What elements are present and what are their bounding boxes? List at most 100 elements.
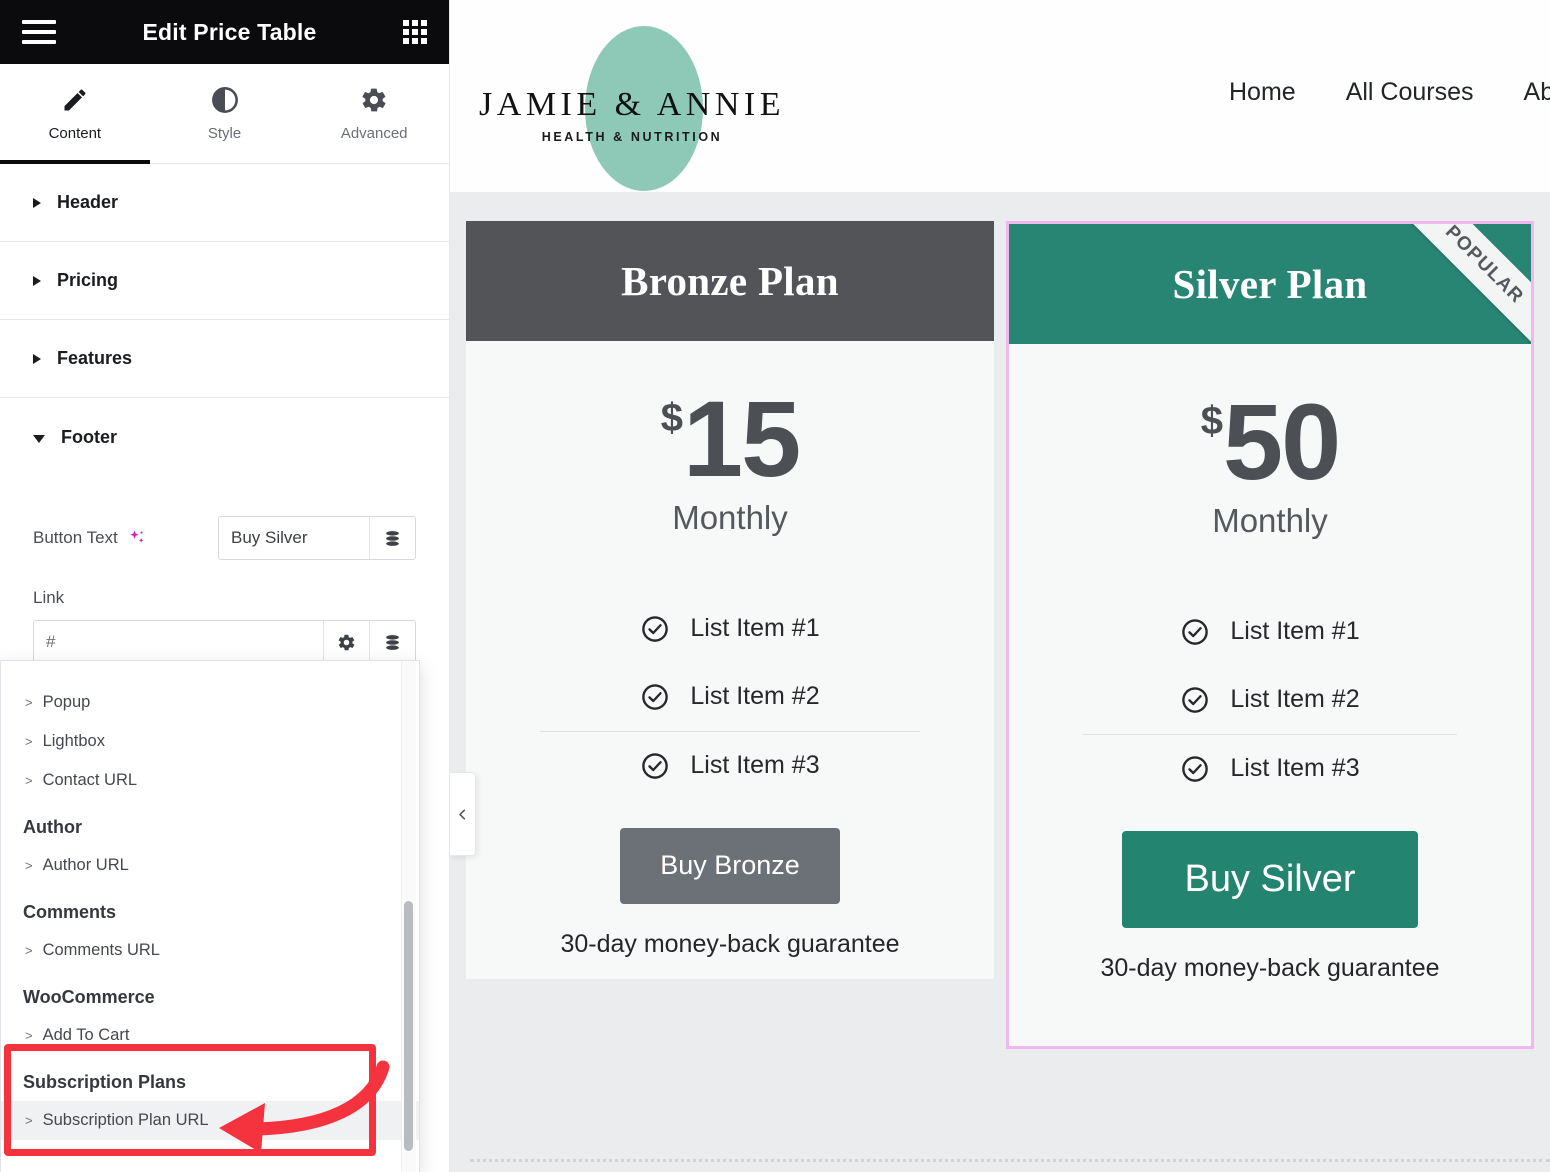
dropdown-item-label: Add To Cart [42, 1026, 130, 1044]
hamburger-icon[interactable] [22, 20, 56, 44]
plan-card-silver[interactable]: Silver Plan POPULAR $ 50 Monthly List It… [1006, 221, 1534, 1049]
section-footer[interactable]: Footer [0, 398, 449, 476]
button-text-input[interactable] [219, 517, 369, 559]
price-period: Monthly [1212, 501, 1328, 539]
logo-tagline: HEALTH & NUTRITION [541, 130, 723, 144]
tab-advanced[interactable]: Advanced [299, 64, 449, 163]
feature-item: List Item #1 [1083, 598, 1457, 666]
contrast-icon [211, 86, 238, 113]
plan-header-bronze: Bronze Plan [466, 221, 994, 341]
dropdown-item-label: Subscription Plan URL [42, 1111, 209, 1129]
section-header-label: Header [57, 192, 119, 212]
chevron-right-icon: > [25, 695, 33, 710]
popular-ribbon-label: POPULAR [1441, 224, 1528, 308]
dropdown-item-lightbox[interactable]: > Lightbox [1, 722, 419, 761]
button-text-input-wrap [218, 516, 416, 560]
feature-item: List Item #2 [540, 663, 920, 731]
ai-sparkle-icon[interactable] [127, 528, 147, 548]
chevron-right-icon: > [25, 1113, 33, 1128]
link-settings-gear-icon[interactable] [323, 621, 369, 663]
feature-label: List Item #2 [1230, 685, 1360, 714]
dropdown-item-subscription-plan-url[interactable]: > Subscription Plan URL [1, 1101, 419, 1140]
price-period: Monthly [672, 498, 788, 536]
plan-title-silver: Silver Plan [1172, 261, 1368, 307]
link-label: Link [33, 588, 65, 607]
cta-button-silver[interactable]: Buy Silver [1122, 830, 1418, 928]
panel-collapse-handle[interactable] [450, 772, 476, 856]
section-features[interactable]: Features [0, 320, 449, 398]
chevron-right-icon: > [25, 858, 33, 873]
nav-item-all-courses[interactable]: All Courses [1346, 78, 1474, 107]
logo-name: JAMIE & ANNIE [479, 86, 785, 123]
check-circle-icon [642, 752, 669, 779]
pencil-icon [64, 89, 86, 110]
check-circle-icon [1182, 618, 1209, 645]
chevron-right-icon [33, 275, 41, 286]
dropdown-list: > Popup > Lightbox > Contact URL Author … [1, 661, 419, 1140]
dropdown-item-add-to-cart[interactable]: > Add To Cart [1, 1016, 419, 1055]
dynamic-tags-dropdown: > Popup > Lightbox > Contact URL Author … [0, 660, 420, 1172]
database-dynamic-icon[interactable] [369, 621, 415, 663]
dropdown-group-author: Author [23, 817, 82, 837]
footer-controls: Button Text Buy Silver Link # [0, 476, 449, 664]
nav-item-home[interactable]: Home [1229, 78, 1296, 107]
section-pricing-label: Pricing [57, 270, 119, 290]
link-input[interactable] [34, 621, 323, 663]
dropdown-group-woocommerce: WooCommerce [23, 987, 155, 1007]
dropdown-item-label: Author URL [42, 856, 129, 874]
tab-style[interactable]: Style [150, 64, 300, 163]
check-circle-icon [1182, 686, 1209, 713]
database-dynamic-icon[interactable] [369, 517, 415, 559]
price-table-widget: Bronze Plan $ 15 Monthly List Item #1 Li… [450, 192, 1550, 1172]
editor-panel: Edit Price Table Content Style Advanced … [0, 0, 450, 1172]
feature-label: List Item #3 [1230, 754, 1360, 783]
price-currency: $ [1200, 399, 1224, 443]
section-pricing[interactable]: Pricing [0, 242, 449, 320]
elementor-editor: Edit Price Table Content Style Advanced … [0, 0, 1550, 1172]
chevron-down-icon [33, 434, 45, 443]
tab-style-label: Style [207, 124, 242, 142]
plan-title-bronze: Bronze Plan [621, 258, 839, 304]
price-amount-wrap: $ 15 [661, 385, 801, 493]
feature-item: List Item #3 [540, 730, 920, 800]
chevron-right-icon [33, 197, 41, 208]
site-logo[interactable]: JAMIE & ANNIE HEALTH & NUTRITION [477, 20, 787, 191]
check-circle-icon [1182, 755, 1209, 782]
plan-price-silver: $ 50 Monthly [1009, 381, 1531, 540]
dropdown-item-contact-url[interactable]: > Contact URL [1, 761, 419, 800]
plan-header-silver: Silver Plan POPULAR [1009, 224, 1531, 344]
feature-item: List Item #1 [540, 595, 920, 663]
dropdown-item-label: Comments URL [42, 941, 160, 959]
feature-label: List Item #2 [690, 682, 820, 711]
price-amount-wrap: $ 50 [1200, 381, 1341, 502]
section-boundary-dashed [470, 1159, 1550, 1162]
section-features-label: Features [57, 348, 133, 368]
button-text-row: Button Text [33, 516, 416, 560]
panel-title: Edit Price Table [142, 18, 317, 45]
chevron-right-icon: > [25, 1028, 33, 1043]
plan-card-bronze[interactable]: Bronze Plan $ 15 Monthly List Item #1 Li… [466, 221, 994, 979]
guarantee-text-silver: 30-day money-back guarantee [1100, 953, 1440, 982]
dropdown-scrollbar-thumb[interactable] [404, 901, 413, 1151]
dropdown-item-popup[interactable]: > Popup [1, 683, 419, 722]
chevron-right-icon [33, 353, 41, 364]
dropdown-item-comments-url[interactable]: > Comments URL [1, 931, 419, 970]
button-text-label: Button Text [33, 528, 118, 547]
cta-button-bronze[interactable]: Buy Bronze [620, 827, 840, 904]
panel-topbar: Edit Price Table [0, 0, 449, 64]
feature-item: List Item #3 [1083, 733, 1457, 803]
feature-label: List Item #3 [690, 751, 820, 780]
feature-label: List Item #1 [1230, 617, 1360, 646]
dropdown-item-label: Lightbox [42, 732, 105, 750]
dropdown-item-author-url[interactable]: > Author URL [1, 846, 419, 885]
nav-item-about[interactable]: Abo [1524, 78, 1550, 107]
check-circle-icon [642, 683, 669, 710]
site-nav: Home All Courses Abo [1229, 78, 1550, 107]
grid-apps-icon[interactable] [403, 20, 427, 44]
plan-features-silver: List Item #1 List Item #2 List Item #3 [1009, 598, 1531, 803]
price-value: 50 [1223, 381, 1341, 502]
gear-icon [362, 88, 386, 111]
section-header[interactable]: Header [0, 164, 449, 242]
tab-content[interactable]: Content [0, 64, 150, 164]
panel-tabs: Content Style Advanced [0, 64, 449, 164]
